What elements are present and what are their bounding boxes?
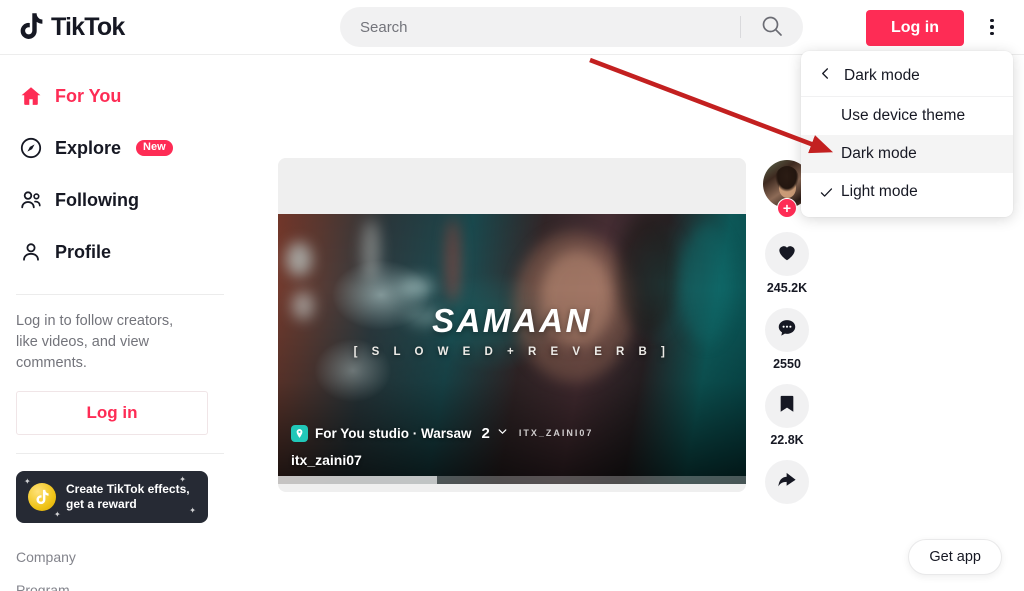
people-icon	[18, 187, 44, 213]
sidebar-item-profile[interactable]: Profile	[16, 230, 224, 274]
left-sidebar: For You Explore New Following Profile Lo…	[0, 55, 240, 591]
coin-icon	[28, 483, 56, 512]
dropdown-item-light-mode[interactable]: Light mode	[801, 173, 1013, 211]
heart-icon	[776, 241, 798, 268]
search-input[interactable]	[340, 18, 740, 36]
sidebar-divider	[16, 294, 224, 295]
bookmark-count: 22.8K	[770, 433, 804, 447]
like-count: 245.2K	[766, 281, 808, 295]
dropdown-back-header[interactable]: Dark mode	[801, 55, 1013, 97]
sparkle-icon: ✦	[24, 477, 31, 487]
sidebar-divider-2	[16, 453, 224, 455]
sidebar-item-following[interactable]: Following	[16, 178, 224, 222]
comment-count: 2550	[773, 357, 801, 371]
video-progress-bar[interactable]	[278, 476, 746, 484]
check-icon	[819, 185, 841, 200]
search-icon	[760, 14, 784, 41]
bookmark-button[interactable]	[765, 384, 809, 428]
sidebar-login-button[interactable]: Log in	[16, 391, 208, 436]
sparkle-icon: ✦	[189, 506, 196, 516]
video-location-count: 2	[481, 424, 490, 442]
dropdown-item-label: Dark mode	[841, 145, 917, 162]
video-subtitle-overlay: [ S L O W E D + R E V E R B ]	[353, 346, 671, 358]
footer-link-program[interactable]: Program	[16, 582, 224, 591]
promo-line-1: Create TikTok effects,	[66, 481, 190, 496]
search-button[interactable]	[741, 7, 803, 47]
person-icon	[18, 239, 44, 265]
comment-button[interactable]	[765, 308, 809, 352]
video-watermark: ITX_ZAINI07	[518, 428, 594, 438]
sidebar-item-explore[interactable]: Explore New	[16, 126, 224, 170]
bookmark-icon	[776, 393, 798, 420]
sparkle-icon: ✦	[54, 510, 61, 520]
tiktok-logo[interactable]: TikTok	[18, 12, 218, 42]
sidebar-item-for-you[interactable]: For You	[16, 74, 224, 118]
dropdown-item-dark-mode[interactable]: Dark mode	[801, 135, 1013, 173]
sidebar-item-label: Profile	[55, 241, 112, 262]
sidebar-item-label: Explore	[55, 137, 122, 158]
video-frame: SAMAAN [ S L O W E D + R E V E R B ] For…	[278, 214, 746, 484]
login-prompt-text: Log in to follow creators, like videos, …	[16, 313, 174, 372]
dropdown-item-label: Use device theme	[841, 107, 966, 124]
location-pin-icon	[291, 424, 308, 442]
search-bar[interactable]	[340, 7, 803, 47]
app-header: TikTok Log in	[0, 0, 1024, 55]
comment-icon	[776, 317, 798, 344]
share-icon	[776, 469, 798, 496]
like-button[interactable]	[765, 232, 809, 276]
sidebar-item-label: Following	[55, 189, 139, 210]
compass-icon	[18, 135, 44, 161]
video-title-overlay: SAMAAN	[432, 302, 592, 339]
chevron-left-icon	[819, 67, 832, 85]
video-progress-fill	[278, 476, 438, 484]
video-player[interactable]: SAMAAN [ S L O W E D + R E V E R B ] For…	[278, 158, 746, 492]
theme-dropdown-menu: Dark mode Use device theme Dark mode Lig…	[801, 51, 1013, 217]
dropdown-header-label: Dark mode	[844, 66, 920, 84]
plus-icon: +	[782, 199, 792, 216]
chevron-down-icon[interactable]	[497, 424, 508, 442]
header-login-button[interactable]: Log in	[866, 10, 964, 46]
tiktok-note-icon	[18, 12, 45, 42]
tiktok-page: TikTok Log in	[0, 0, 1024, 591]
create-effects-promo[interactable]: ✦ ✦ ✦ ✦ Create TikTok effects, get a rew…	[16, 471, 208, 524]
promo-text: Create TikTok effects, get a reward	[66, 482, 190, 512]
get-app-button[interactable]: Get app	[908, 539, 1002, 575]
sidebar-item-label: For You	[55, 85, 122, 106]
share-button[interactable]	[765, 460, 809, 504]
more-vertical-icon[interactable]	[978, 13, 1006, 41]
video-location-text: For You studio · Warsaw	[315, 425, 472, 441]
home-icon	[18, 83, 44, 109]
video-letterbox	[278, 158, 746, 214]
follow-button[interactable]: +	[777, 198, 797, 218]
dropdown-item-use-device-theme[interactable]: Use device theme	[801, 97, 1013, 135]
promo-line-2: get a reward	[66, 497, 137, 512]
sparkle-icon: ✦	[179, 475, 186, 485]
explore-new-badge: New	[136, 140, 173, 156]
video-meta-row[interactable]: For You studio · Warsaw 2 ITX_ZAINI07	[291, 424, 593, 442]
sidebar-footer-links: Company Program Terms & Policies	[16, 549, 224, 591]
tiktok-wordmark: TikTok	[51, 12, 125, 41]
footer-link-company[interactable]: Company	[16, 549, 224, 565]
video-username[interactable]: itx_zaini07	[291, 452, 362, 468]
dropdown-item-label: Light mode	[841, 183, 918, 200]
